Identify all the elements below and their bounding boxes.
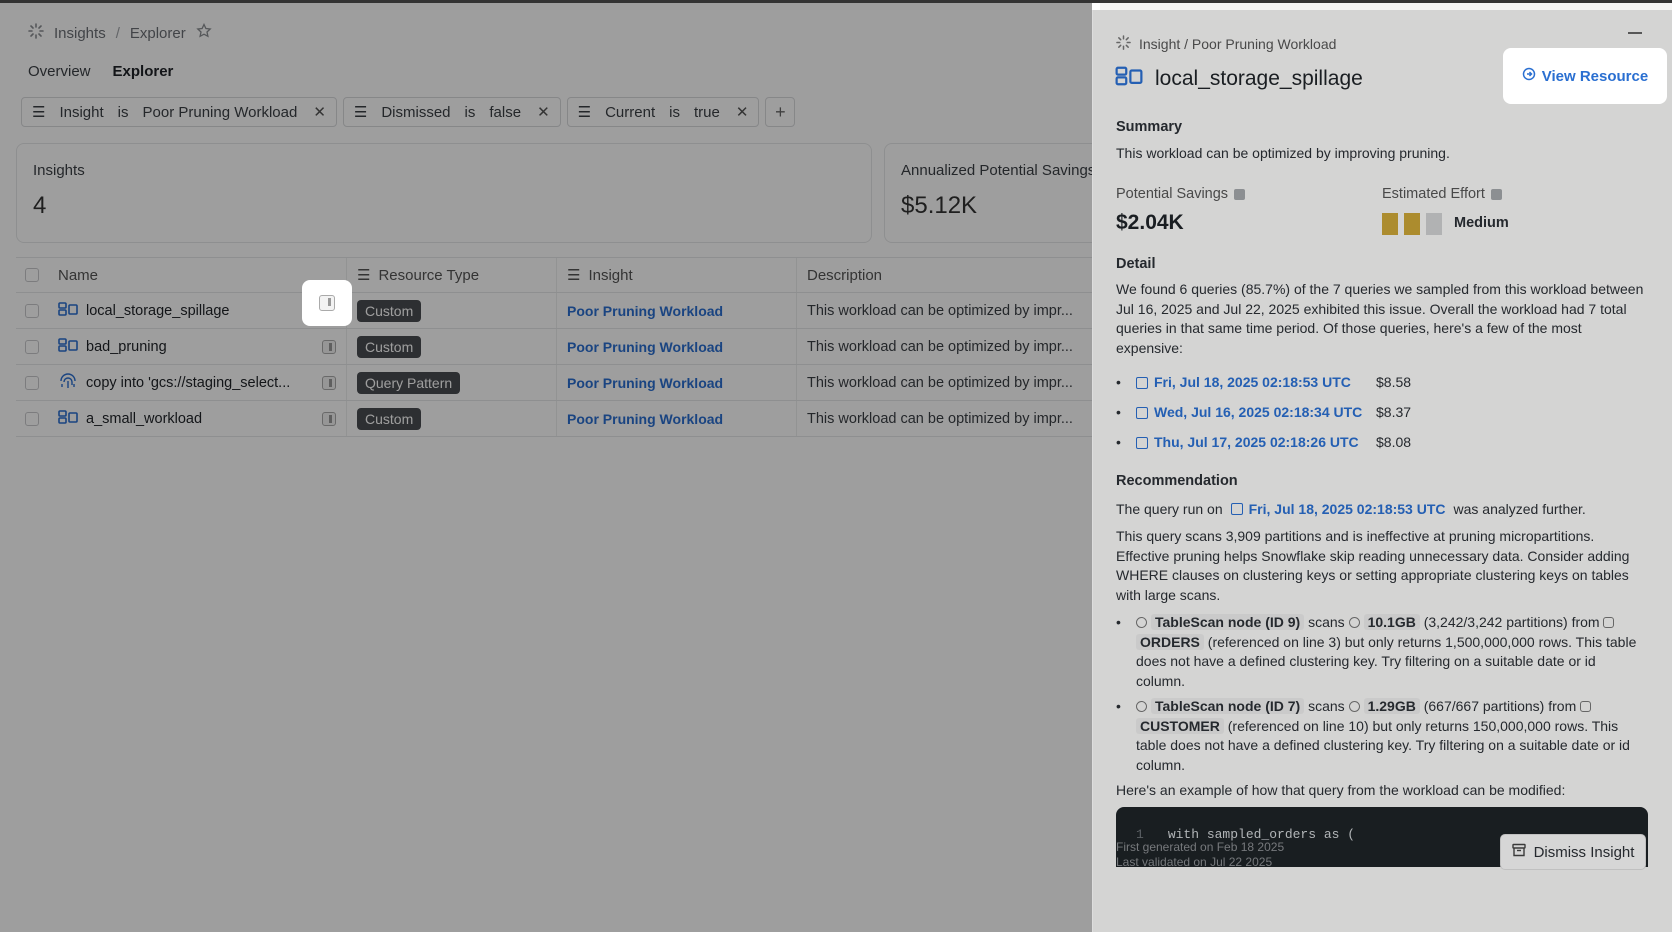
view-resource-button[interactable]: View Resource — [1522, 67, 1648, 85]
example-label: Here's an example of how that query from… — [1116, 782, 1566, 798]
last-validated: Last validated on Jul 22 2025 — [1116, 855, 1273, 869]
potential-savings: Potential Savings $2.04K — [1116, 185, 1382, 235]
list-item: TableScan node (ID 9) scans 10.1GB (3,24… — [1116, 613, 1648, 691]
scan-table[interactable]: CUSTOMER — [1136, 717, 1224, 734]
recommendation-intro: The query run on Fri, Jul 18, 2025 02:18… — [1116, 500, 1648, 520]
query-icon — [1136, 377, 1148, 389]
recommendation-heading: Recommendation — [1116, 473, 1238, 489]
view-resource-highlight: View Resource — [1503, 48, 1667, 104]
scan-partitions: (3,242/3,242 partitions) from — [1423, 614, 1600, 630]
first-generated: First generated on Feb 18 2025 — [1116, 840, 1285, 854]
scan-partitions: (667/667 partitions) from — [1423, 698, 1577, 714]
dismiss-insight-button[interactable]: Dismiss Insight — [1500, 834, 1646, 870]
effort-value: Medium — [1454, 214, 1509, 231]
node-icon — [1136, 617, 1147, 628]
rec-suffix: was analyzed further. — [1453, 500, 1586, 517]
list-item: TableScan node (ID 7) scans 1.29GB (667/… — [1116, 697, 1648, 775]
table-icon — [1580, 701, 1592, 712]
metric-label: Estimated Effort — [1382, 186, 1485, 202]
scan-verb: scans — [1308, 698, 1345, 714]
modal-backdrop[interactable] — [0, 3, 1092, 932]
expensive-queries-list: Fri, Jul 18, 2025 02:18:53 UTC $8.58 Wed… — [1116, 368, 1648, 458]
drawer-breadcrumb-text: Insight / Poor Pruning Workload — [1139, 36, 1337, 52]
query-icon — [1230, 503, 1243, 516]
query-time: Fri, Jul 18, 2025 02:18:53 UTC — [1154, 374, 1351, 391]
effort-bar — [1426, 212, 1442, 235]
summary-heading: Summary — [1116, 119, 1183, 135]
query-cost: $8.08 — [1376, 434, 1412, 451]
scan-node[interactable]: TableScan node (ID 9) — [1151, 614, 1305, 630]
query-cost: $8.37 — [1376, 404, 1412, 421]
estimated-effort: Estimated Effort Medium — [1382, 185, 1648, 235]
query-link[interactable]: Thu, Jul 17, 2025 02:18:26 UTC — [1136, 433, 1376, 453]
detail-heading: Detail — [1116, 255, 1156, 272]
info-icon[interactable] — [1234, 189, 1246, 201]
drawer-title-text: local_storage_spillage — [1155, 67, 1363, 90]
scan-detail: (referenced on line 3) but only returns … — [1136, 633, 1637, 689]
metric-label: Potential Savings — [1116, 186, 1229, 202]
effort-bar — [1382, 212, 1398, 235]
tablescan-list: TableScan node (ID 9) scans 10.1GB (3,24… — [1116, 613, 1648, 775]
scan-size: 1.29GB — [1363, 698, 1420, 714]
view-resource-label: View Resource — [1541, 67, 1649, 85]
drawer-breadcrumb: Insight / Poor Pruning Workload — [1116, 35, 1336, 53]
list-item: Fri, Jul 18, 2025 02:18:53 UTC $8.58 — [1116, 368, 1648, 398]
metrics-row: Potential Savings $2.04K Estimated Effor… — [1116, 185, 1648, 235]
scan-verb: scans — [1308, 614, 1345, 630]
arrow-right-circle-icon — [1522, 67, 1536, 85]
effort-meter: Medium — [1382, 212, 1648, 235]
open-panel-button-highlight[interactable] — [302, 280, 352, 326]
list-item: Wed, Jul 16, 2025 02:18:34 UTC $8.37 — [1116, 398, 1648, 428]
query-link[interactable]: Fri, Jul 18, 2025 02:18:53 UTC — [1136, 373, 1376, 393]
metric-value: $2.04K — [1116, 210, 1184, 234]
archive-icon — [1511, 843, 1526, 861]
insight-detail-drawer: Insight / Poor Pruning Workload local_st… — [1092, 10, 1672, 932]
detail-text: We found 6 queries (85.7%) of the 7 quer… — [1116, 281, 1644, 356]
workload-icon — [1115, 65, 1143, 93]
scan-table[interactable]: ORDERS — [1136, 633, 1204, 650]
query-cost: $8.58 — [1376, 374, 1412, 391]
node-icon — [1136, 701, 1147, 712]
list-item: Thu, Jul 17, 2025 02:18:26 UTC $8.08 — [1116, 428, 1648, 458]
recommendation-text: This query scans 3,909 partitions and is… — [1116, 528, 1630, 603]
rec-query-time: Fri, Jul 18, 2025 02:18:53 UTC — [1248, 500, 1446, 517]
info-icon[interactable] — [1490, 189, 1502, 201]
query-icon — [1136, 437, 1148, 449]
effort-bar — [1404, 212, 1420, 235]
insights-logo-icon — [1116, 35, 1131, 53]
query-icon — [1136, 407, 1148, 419]
scan-node[interactable]: TableScan node (ID 7) — [1151, 698, 1305, 714]
drawer-title: local_storage_spillage — [1115, 65, 1363, 93]
summary-text: This workload can be optimized by improv… — [1116, 144, 1450, 161]
drawer-footer-meta: First generated on Feb 18 2025 Last vali… — [1116, 840, 1284, 870]
open-panel-icon[interactable] — [319, 295, 335, 311]
scan-size: 10.1GB — [1363, 614, 1420, 630]
table-icon — [1603, 617, 1615, 628]
database-icon — [1348, 701, 1360, 712]
query-link[interactable]: Wed, Jul 16, 2025 02:18:34 UTC — [1136, 403, 1376, 423]
rec-prefix: The query run on — [1116, 500, 1223, 517]
drawer-body: Summary This workload can be optimized b… — [1116, 118, 1648, 867]
minimize-icon[interactable] — [1628, 32, 1642, 34]
query-link[interactable]: Fri, Jul 18, 2025 02:18:53 UTC — [1230, 500, 1446, 520]
query-time: Wed, Jul 16, 2025 02:18:34 UTC — [1154, 404, 1363, 421]
dismiss-label: Dismiss Insight — [1533, 843, 1635, 861]
query-time: Thu, Jul 17, 2025 02:18:26 UTC — [1154, 434, 1359, 451]
database-icon — [1348, 617, 1360, 628]
